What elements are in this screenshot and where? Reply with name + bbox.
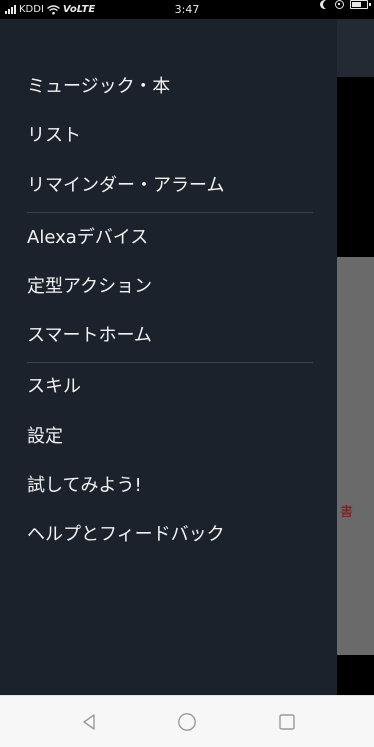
- system-nav-bar: [0, 695, 374, 747]
- background-app-card: [337, 257, 374, 655]
- status-right: [320, 0, 371, 9]
- menu-item-settings[interactable]: 設定: [27, 425, 63, 449]
- navigation-drawer: ミュージック・本 リスト リマインダー・アラーム Alexaデバイス 定型アクシ…: [0, 19, 337, 695]
- back-icon: [83, 714, 95, 730]
- back-button[interactable]: [76, 709, 102, 735]
- recents-button[interactable]: [274, 709, 300, 735]
- rotation-lock-icon: [335, 0, 344, 9]
- battery-icon: [350, 0, 371, 9]
- menu-divider: [27, 362, 313, 363]
- menu-item-alexa-devices[interactable]: Alexaデバイス: [27, 226, 148, 250]
- recents-icon: [279, 714, 295, 730]
- menu-item-smart-home[interactable]: スマートホーム: [27, 324, 152, 348]
- background-app-header: [337, 19, 374, 77]
- background-app: 書: [337, 19, 374, 695]
- menu-item-help-feedback[interactable]: ヘルプとフィードバック: [27, 523, 225, 547]
- moon-icon: [323, 0, 332, 9]
- status-bar: KDDI VoLTE 3:47: [0, 0, 374, 19]
- menu-item-routines[interactable]: 定型アクション: [27, 275, 152, 299]
- menu-item-skills[interactable]: スキル: [27, 375, 81, 399]
- home-icon: [178, 713, 196, 731]
- home-button[interactable]: [174, 709, 200, 735]
- background-app-text: 書: [340, 505, 354, 520]
- menu-item-try-it[interactable]: 試してみよう!: [27, 474, 142, 498]
- status-time: 3:47: [174, 3, 200, 16]
- menu-item-lists[interactable]: リスト: [27, 124, 81, 148]
- menu-divider: [27, 212, 313, 213]
- menu-item-music-books[interactable]: ミュージック・本: [27, 75, 170, 99]
- menu-item-reminders-alarms[interactable]: リマインダー・アラーム: [27, 174, 224, 198]
